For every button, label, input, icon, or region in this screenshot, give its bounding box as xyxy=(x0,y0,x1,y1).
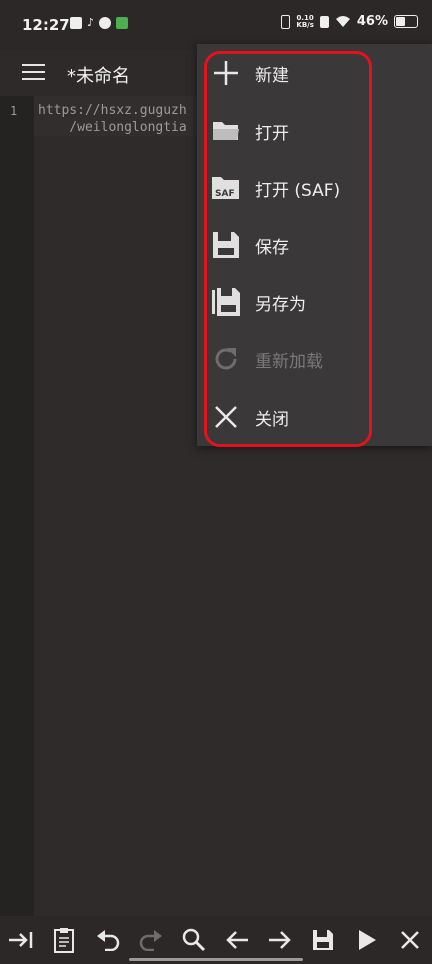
net-speed-unit: KB/s xyxy=(296,20,314,29)
indent-icon[interactable] xyxy=(7,926,35,954)
notification-icons: ♪ xyxy=(70,16,129,29)
menu-item-save[interactable]: 保存 xyxy=(197,220,432,270)
plus-icon xyxy=(211,58,241,88)
menu-item-label: 打开 xyxy=(255,123,289,144)
save-icon[interactable] xyxy=(309,926,337,954)
bottom-toolbar xyxy=(0,916,432,964)
close-icon[interactable] xyxy=(396,926,424,954)
play-icon[interactable] xyxy=(353,926,381,954)
mail-icon xyxy=(70,17,82,29)
browser-icon xyxy=(116,17,129,29)
status-bar: 12:27 ♪ 0.10 KB/s 46% xyxy=(0,0,432,50)
sim-icon xyxy=(319,15,329,28)
clipboard-icon[interactable] xyxy=(50,926,78,954)
status-time: 12:27 xyxy=(22,16,70,34)
status-right: 0.10 KB/s 46% xyxy=(281,14,418,29)
close-icon xyxy=(211,402,241,432)
search-icon[interactable] xyxy=(180,926,208,954)
menu-item-label: 保存 xyxy=(255,237,289,258)
net-speed: 0.10 KB/s xyxy=(296,14,314,29)
menu-item-new[interactable]: 新建 xyxy=(197,48,432,98)
menu-item-open-saf[interactable]: SAF 打开 (SAF) xyxy=(197,163,432,213)
hamburger-menu-icon[interactable] xyxy=(22,64,45,82)
saf-badge: SAF xyxy=(215,189,235,199)
tiktok-icon: ♪ xyxy=(87,16,95,29)
menu-item-label: 新建 xyxy=(255,65,289,86)
menu-item-close[interactable]: 关闭 xyxy=(197,392,432,442)
undo-icon[interactable] xyxy=(94,926,122,954)
menu-item-label: 关闭 xyxy=(255,409,289,430)
line-gutter xyxy=(0,96,34,916)
arrow-left-icon[interactable] xyxy=(223,926,251,954)
battery-level: 46% xyxy=(356,14,388,29)
reload-icon xyxy=(211,344,241,374)
line-number: 1 xyxy=(10,104,18,118)
vibrate-icon xyxy=(281,14,291,29)
battery-icon xyxy=(394,15,418,28)
navigation-handle[interactable] xyxy=(129,958,303,961)
redo-icon[interactable] xyxy=(137,926,165,954)
folder-open-icon xyxy=(211,116,241,146)
menu-item-save-as[interactable]: 另存为 xyxy=(197,277,432,327)
menu-item-label: 另存为 xyxy=(255,294,306,315)
menu-item-label: 重新加载 xyxy=(255,351,323,372)
menu-item-reload[interactable]: 重新加载 xyxy=(197,334,432,384)
file-menu-popup: 新建 打开 SAF 打开 (SAF) 保存 另存为 重新加载 关闭 xyxy=(197,44,432,446)
folder-saf-icon: SAF xyxy=(211,173,241,203)
menu-item-label: 打开 (SAF) xyxy=(255,180,341,201)
menu-item-open[interactable]: 打开 xyxy=(197,106,432,156)
save-as-icon xyxy=(211,287,241,317)
arrow-right-icon[interactable] xyxy=(266,926,294,954)
document-title: *未命名 xyxy=(67,66,130,87)
wifi-icon xyxy=(335,16,350,27)
save-icon xyxy=(211,230,241,260)
app-icon xyxy=(99,17,112,29)
